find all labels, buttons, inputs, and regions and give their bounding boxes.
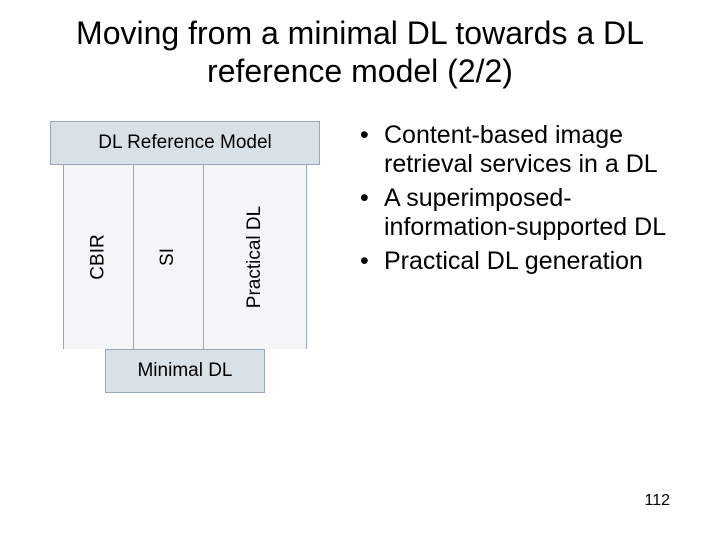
pillar-label: SI	[157, 248, 179, 266]
page-number: 112	[644, 492, 670, 510]
bullet-list: Content-based image retrieval services i…	[360, 121, 690, 393]
pillar-label: Practical DL	[244, 206, 266, 308]
diagram-reference-model-box: DL Reference Model	[50, 121, 320, 165]
bullet-item: Content-based image retrieval services i…	[360, 121, 690, 180]
diagram-pillars: CBIR SI Practical DL	[63, 165, 307, 349]
slide-title: Moving from a minimal DL towards a DL re…	[0, 0, 720, 101]
diagram: DL Reference Model CBIR SI Practical DL …	[30, 121, 340, 393]
diagram-minimal-dl-box: Minimal DL	[105, 349, 265, 393]
diagram-pillar-cbir: CBIR	[63, 165, 134, 349]
bullet-item: A superimposed-information-supported DL	[360, 184, 690, 243]
slide-content: DL Reference Model CBIR SI Practical DL …	[0, 101, 720, 393]
pillar-label: CBIR	[87, 234, 109, 279]
bullet-item: Practical DL generation	[360, 247, 690, 277]
diagram-pillar-si: SI	[134, 165, 204, 349]
diagram-pillar-practical-dl: Practical DL	[204, 165, 307, 349]
